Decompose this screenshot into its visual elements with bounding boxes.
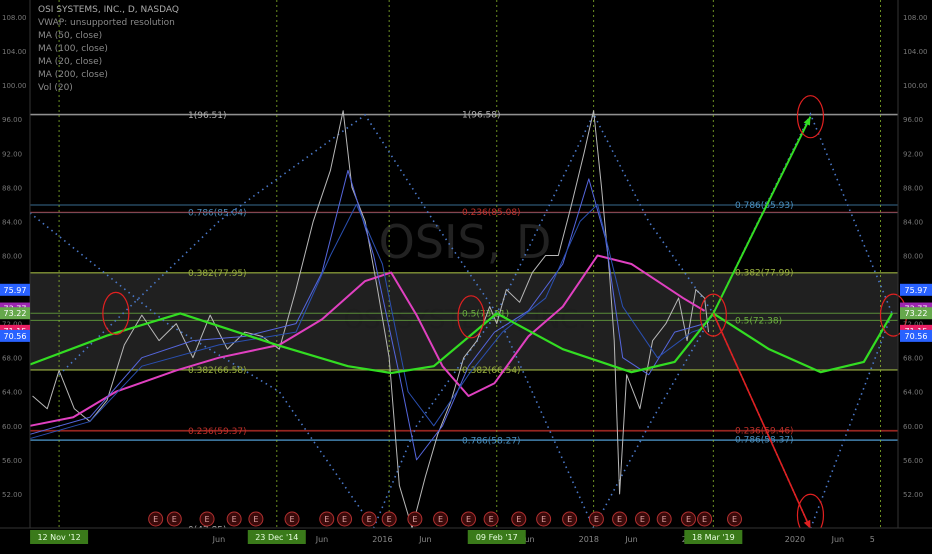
price-tag-label-left: 70.56 — [4, 332, 27, 341]
price-tag-label-left: 75.97 — [4, 286, 27, 295]
y-tick-label-left: 100.00 — [2, 82, 27, 90]
date-marker-label: 12 Nov '12 — [37, 533, 80, 542]
y-tick-label-right: 64.00 — [903, 389, 923, 397]
x-tick-label: Jun — [418, 535, 432, 544]
y-tick-label-left: 60.00 — [2, 423, 22, 431]
x-tick-label: Jun — [315, 535, 329, 544]
y-tick-label-left: 88.00 — [2, 184, 22, 192]
y-tick-label-right: 68.00 — [903, 355, 923, 363]
y-tick-label-right: 60.00 — [903, 423, 923, 431]
price-tag-label-left: 73.22 — [4, 309, 27, 318]
x-tick-label: 5 — [870, 535, 875, 544]
earnings-marker-label: E — [662, 515, 667, 524]
y-tick-label-left: 68.00 — [2, 355, 22, 363]
fib-level-label: 1(96.51) — [188, 111, 227, 121]
earnings-marker-label: E — [387, 515, 392, 524]
earnings-marker-label: E — [617, 515, 622, 524]
fib-level-label: 1(96.58) — [462, 110, 501, 120]
price-tag-label-right: 75.97 — [905, 286, 928, 295]
earnings-marker-label: E — [412, 515, 417, 524]
y-tick-label-right: 100.00 — [903, 82, 928, 90]
y-tick-label-left: 96.00 — [2, 116, 22, 124]
y-tick-label-right: 88.00 — [903, 184, 923, 192]
y-tick-label-left: 64.00 — [2, 389, 22, 397]
fib-level-label: 0.236(59.37) — [188, 427, 247, 437]
legend-ma20: MA (20, close) — [38, 57, 103, 67]
x-tick-label: 2016 — [372, 535, 392, 544]
y-tick-label-left: 108.00 — [2, 14, 27, 22]
earnings-marker-label: E — [232, 515, 237, 524]
earnings-marker-label: E — [640, 515, 645, 524]
legend-ma100: MA (100, close) — [38, 44, 108, 54]
y-tick-label-right: 92.00 — [903, 150, 923, 158]
earnings-marker-label: E — [342, 515, 347, 524]
fib-level-label: 0.786(58.27) — [462, 437, 521, 447]
earnings-marker-label: E — [702, 515, 707, 524]
legend-volume: Vol (20) — [38, 83, 73, 93]
y-tick-label-right: 80.00 — [903, 252, 923, 260]
earnings-marker-label: E — [541, 515, 546, 524]
y-tick-label-left: 80.00 — [2, 252, 22, 260]
earnings-marker-label: E — [253, 515, 258, 524]
y-tick-label-right: 108.00 — [903, 14, 928, 22]
earnings-marker-label: E — [489, 515, 494, 524]
y-tick-label-right: 56.00 — [903, 457, 923, 465]
earnings-marker-label: E — [367, 515, 372, 524]
earnings-marker-label: E — [172, 515, 177, 524]
y-tick-label-left: 56.00 — [2, 457, 22, 465]
x-tick-label: Jun — [624, 535, 638, 544]
earnings-marker-label: E — [205, 515, 210, 524]
earnings-marker-label: E — [438, 515, 443, 524]
y-tick-label-right: 52.00 — [903, 491, 923, 499]
y-tick-label-right: 104.00 — [903, 48, 928, 56]
fib-level-label: 0.382(77.99) — [735, 269, 794, 279]
price-tag-label-right: 73.22 — [905, 309, 928, 318]
date-marker-label: 09 Feb '17 — [476, 533, 518, 542]
y-tick-label-left: 84.00 — [2, 218, 22, 226]
earnings-marker-label: E — [153, 515, 158, 524]
x-tick-label: Jun — [212, 535, 226, 544]
y-tick-label-right: 96.00 — [903, 116, 923, 124]
x-tick-label: 2020 — [785, 535, 805, 544]
fib-level-label: 0.786(58.37) — [735, 436, 794, 446]
legend-ma50: MA (50, close) — [38, 31, 103, 41]
price-tag-label-right: 70.56 — [905, 332, 928, 341]
y-tick-label-left: 92.00 — [2, 150, 22, 158]
earnings-marker-label: E — [466, 515, 471, 524]
y-tick-label-left: 52.00 — [2, 491, 22, 499]
earnings-marker-label: E — [686, 515, 691, 524]
earnings-marker-label: E — [516, 515, 521, 524]
earnings-marker-label: E — [594, 515, 599, 524]
y-tick-label-left: 104.00 — [2, 48, 27, 56]
date-marker-label: 18 Mar '19 — [692, 533, 735, 542]
fib-level-label: 0.5(72.38) — [735, 316, 782, 326]
fib-level-label: 0.382(77.95) — [188, 269, 247, 279]
chart-root: OSIS, D OSI SYSTEMS, INC. 1(96.51) 1(96.58… — [0, 0, 932, 550]
x-tick-label: Jun — [831, 535, 845, 544]
chart-svg[interactable]: OSIS, DOSI SYSTEMS, INC. 1(96.51) 1(96.58… — [0, 0, 932, 550]
earnings-marker-label: E — [290, 515, 295, 524]
watermark-symbol: OSIS, D — [379, 215, 552, 269]
x-tick-label: 2018 — [579, 535, 599, 544]
legend-vwap: VWAP: unsupported resolution — [38, 18, 175, 28]
fib-level-label: 0.236(85.08) — [462, 208, 521, 218]
legend-ma200: MA (200, close) — [38, 70, 108, 80]
y-tick-label-right: 84.00 — [903, 218, 923, 226]
earnings-marker-label: E — [324, 515, 329, 524]
fib-level-label: 0.786(85.04) — [188, 209, 247, 219]
date-marker-label: 23 Dec '14 — [255, 533, 298, 542]
earnings-marker-label: E — [732, 515, 737, 524]
earnings-marker-label: E — [567, 515, 572, 524]
legend-title: OSI SYSTEMS, INC., D, NASDAQ — [38, 5, 179, 15]
